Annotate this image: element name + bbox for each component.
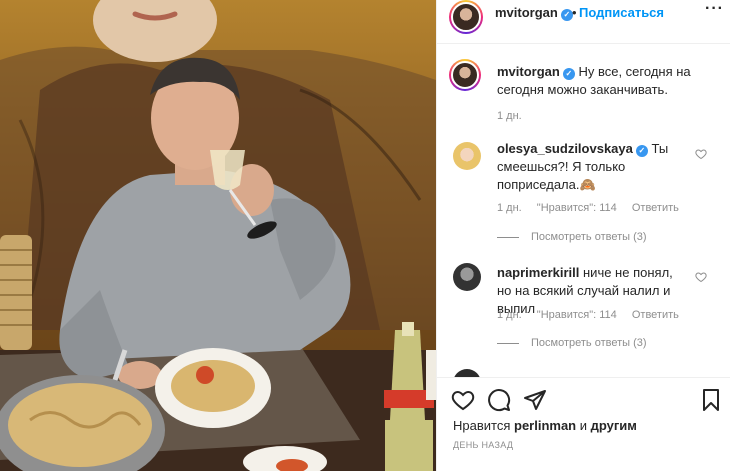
comment-like-heart-icon[interactable]: [695, 271, 707, 283]
caption-meta: 1 дн.: [497, 110, 534, 122]
caption-time: 1 дн.: [497, 110, 522, 122]
author-avatar[interactable]: [449, 0, 483, 34]
bookmark-icon[interactable]: [699, 388, 723, 412]
comments-list[interactable]: mvitorgan ✓ Ну все, сегодня на сегодня мо…: [437, 45, 730, 377]
post-photo[interactable]: [0, 0, 436, 471]
view-replies-button[interactable]: Посмотреть ответы (3): [497, 337, 647, 349]
comment-time: 1 дн.: [497, 309, 522, 321]
view-replies-label: Посмотреть ответы (3): [531, 231, 647, 243]
likes-user-link[interactable]: perlinman: [514, 418, 576, 433]
comment-meta: 1 дн. "Нравится": 114 Ответить: [497, 309, 691, 321]
verified-badge-icon: ✓: [635, 145, 648, 157]
comment-like-heart-icon[interactable]: [695, 148, 707, 160]
view-replies-button[interactable]: Посмотреть ответы (3): [497, 231, 647, 243]
replies-divider: [497, 342, 519, 344]
comment-avatar[interactable]: [453, 142, 481, 170]
verified-badge-icon: ✓: [562, 68, 575, 80]
post-timestamp[interactable]: ДЕНЬ НАЗАД: [453, 440, 513, 450]
header-separator: •: [572, 5, 577, 20]
comment-meta: 1 дн. "Нравится": 114 Ответить: [497, 202, 691, 214]
heart-icon[interactable]: [451, 388, 475, 412]
replies-divider: [497, 236, 519, 238]
follow-button[interactable]: Подписаться: [579, 5, 664, 20]
reply-button[interactable]: Ответить: [632, 309, 679, 321]
share-icon[interactable]: [523, 388, 547, 412]
comment-like-count[interactable]: "Нравится": 114: [537, 309, 617, 321]
likes-joiner: и: [579, 418, 588, 433]
author-username[interactable]: mvitorgan ✓: [495, 5, 573, 21]
likes-summary: Нравится perlinman и другим: [453, 418, 637, 433]
comment-text: olesya_sudzilovskaya ✓ Ты смеешься?! Я то…: [497, 140, 687, 194]
caption-text: mvitorgan ✓ Ну все, сегодня на сегодня мо…: [497, 63, 697, 99]
comment-username[interactable]: olesya_sudzilovskaya: [497, 141, 633, 156]
reply-button[interactable]: Ответить: [632, 202, 679, 214]
more-horizontal-icon[interactable]: ···: [705, 0, 724, 18]
post-photo-illustration: [0, 0, 436, 471]
comment-icon[interactable]: [487, 388, 511, 412]
likes-prefix: Нравится: [453, 418, 511, 433]
comment-username[interactable]: naprimerkirill: [497, 265, 579, 280]
comment-like-count[interactable]: "Нравится": 114: [537, 202, 617, 214]
comment-avatar[interactable]: [453, 263, 481, 291]
caption-username[interactable]: mvitorgan: [497, 64, 560, 79]
comment-time: 1 дн.: [497, 202, 522, 214]
post-side-panel: mvitorgan ✓ • Подписаться ··· mvitorgan ✓ …: [436, 0, 730, 471]
view-replies-label: Посмотреть ответы (3): [531, 337, 647, 349]
caption-avatar[interactable]: [449, 59, 481, 91]
post-actions: Нравится perlinman и другим ДЕНЬ НАЗАД: [437, 377, 730, 471]
comment-avatar[interactable]: [453, 369, 481, 377]
post-header: mvitorgan ✓ • Подписаться ···: [437, 0, 730, 44]
likes-others-link[interactable]: другим: [591, 418, 637, 433]
